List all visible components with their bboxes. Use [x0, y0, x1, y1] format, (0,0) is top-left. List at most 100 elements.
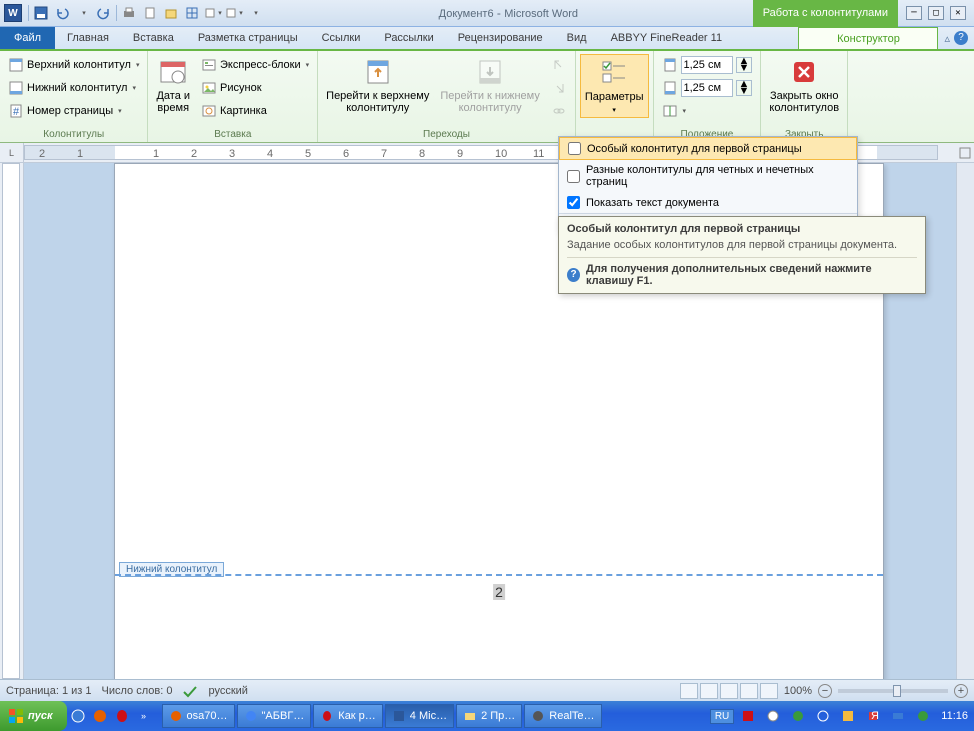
quicklaunch-firefox[interactable]: [90, 706, 110, 726]
header-from-top[interactable]: ▲▼: [658, 54, 757, 76]
parameters-button[interactable]: Параметры▾: [580, 54, 649, 118]
tab-page-layout[interactable]: Разметка страницы: [186, 27, 310, 49]
quicklaunch-more[interactable]: »: [134, 706, 154, 726]
help-icon[interactable]: ?: [954, 31, 968, 45]
qat-btn-dropdown[interactable]: [204, 4, 222, 22]
tray-icon[interactable]: [813, 706, 833, 726]
quicklaunch-opera[interactable]: [112, 706, 132, 726]
checkbox[interactable]: [568, 142, 581, 155]
taskbar-item[interactable]: "АБВГ…: [237, 704, 312, 728]
footer-from-bottom[interactable]: ▲▼: [658, 77, 757, 99]
option-odd-even-different[interactable]: Разные колонтитулы для четных и нечетных…: [559, 160, 857, 192]
minimize-button[interactable]: ─: [906, 6, 922, 20]
goto-header-button[interactable]: Перейти к верхнемуколонтитулу: [322, 54, 433, 116]
spin-down[interactable]: ▼: [737, 65, 752, 72]
tray-icon[interactable]: [913, 706, 933, 726]
tray-icon[interactable]: Я: [863, 706, 883, 726]
ribbon-group-headers: Верхний колонтитул Нижний колонтитул #Но…: [0, 51, 148, 142]
header-icon: [8, 57, 24, 73]
tray-icon[interactable]: [888, 706, 908, 726]
view-outline[interactable]: [740, 683, 758, 699]
undo-icon[interactable]: [53, 4, 71, 22]
collapse-ribbon-icon[interactable]: ▵: [944, 32, 950, 45]
doc-name: Документ6: [439, 8, 494, 20]
status-word-count[interactable]: Число слов: 0: [102, 685, 173, 697]
restore-button[interactable]: □: [928, 6, 944, 20]
datetime-button[interactable]: Дата ивремя: [152, 54, 194, 116]
checkbox[interactable]: [567, 196, 580, 209]
table-icon[interactable]: [183, 4, 201, 22]
undo-dropdown[interactable]: [74, 4, 92, 22]
taskbar-item[interactable]: osa70…: [162, 704, 235, 728]
view-web-layout[interactable]: [720, 683, 738, 699]
insert-align-tab-button[interactable]: [658, 100, 757, 122]
ribbon-group-label: Вставка: [152, 127, 313, 142]
tab-references[interactable]: Ссылки: [310, 27, 373, 49]
tab-view[interactable]: Вид: [555, 27, 599, 49]
start-button[interactable]: пуск: [0, 701, 67, 731]
bottom-header-button[interactable]: Нижний колонтитул: [4, 77, 143, 99]
view-full-screen[interactable]: [700, 683, 718, 699]
page-number-button[interactable]: #Номер страницы: [4, 100, 143, 122]
status-language[interactable]: русский: [208, 685, 247, 697]
tray-icon[interactable]: [738, 706, 758, 726]
tab-design[interactable]: Конструктор: [798, 27, 938, 49]
spin-down[interactable]: ▼: [737, 88, 752, 95]
qat-customize[interactable]: [246, 4, 264, 22]
zoom-out-button[interactable]: −: [818, 684, 832, 698]
vertical-ruler[interactable]: [0, 163, 24, 679]
page-number-field[interactable]: 2: [493, 584, 505, 600]
view-print-layout[interactable]: [680, 683, 698, 699]
zoom-slider[interactable]: [838, 689, 948, 693]
goto-header-icon: [362, 56, 394, 88]
clipart-button[interactable]: Картинка: [197, 100, 313, 122]
taskbar-item[interactable]: 2 Пр…: [456, 704, 522, 728]
option-first-page-different[interactable]: Особый колонтитул для первой страницы: [559, 137, 857, 160]
picture-button[interactable]: Рисунок: [197, 77, 313, 99]
view-draft[interactable]: [760, 683, 778, 699]
tray-icon[interactable]: [788, 706, 808, 726]
top-header-button[interactable]: Верхний колонтитул: [4, 54, 143, 76]
tab-file[interactable]: Файл: [0, 27, 55, 49]
ruler-mark: 9: [457, 148, 463, 160]
taskbar-clock[interactable]: 11:16: [941, 710, 968, 722]
checkbox[interactable]: [567, 170, 580, 183]
taskbar-item[interactable]: Как р…: [313, 704, 383, 728]
close-header-footer-button[interactable]: Закрыть окноколонтитулов: [765, 54, 843, 116]
taskbar-item[interactable]: RealTe…: [524, 704, 601, 728]
vertical-scrollbar[interactable]: [956, 163, 974, 679]
express-blocks-button[interactable]: Экспресс-блоки: [197, 54, 313, 76]
status-spellcheck[interactable]: [182, 684, 198, 698]
redo-icon[interactable]: [95, 4, 113, 22]
tab-review[interactable]: Рецензирование: [446, 27, 555, 49]
language-indicator[interactable]: RU: [710, 709, 734, 724]
ruler-mark: 6: [343, 148, 349, 160]
save-icon[interactable]: [32, 4, 50, 22]
new-doc-icon[interactable]: [141, 4, 159, 22]
zoom-percent[interactable]: 100%: [784, 685, 812, 697]
header-top-input[interactable]: [681, 56, 733, 74]
tray-icon[interactable]: [763, 706, 783, 726]
tray-icon[interactable]: [838, 706, 858, 726]
zoom-in-button[interactable]: +: [954, 684, 968, 698]
qat-btn-dropdown2[interactable]: [225, 4, 243, 22]
print-icon[interactable]: [120, 4, 138, 22]
zoom-thumb[interactable]: [893, 685, 901, 697]
close-button[interactable]: ✕: [950, 6, 966, 20]
ruler-corner[interactable]: L: [0, 143, 24, 162]
option-show-document-text[interactable]: Показать текст документа: [559, 192, 857, 213]
open-icon[interactable]: [162, 4, 180, 22]
ribbon-group-label: Переходы: [322, 127, 571, 142]
tab-home[interactable]: Главная: [55, 27, 121, 49]
taskbar-item-active[interactable]: 4 Mic…: [385, 704, 454, 728]
word-icon: W: [4, 4, 22, 22]
window-controls: ─ □ ✕: [898, 6, 974, 20]
ruler-toggle-icon[interactable]: [956, 143, 974, 162]
footer-bottom-input[interactable]: [681, 79, 733, 97]
tab-insert[interactable]: Вставка: [121, 27, 186, 49]
quicklaunch-ie[interactable]: [68, 706, 88, 726]
tab-abbyy[interactable]: ABBYY FineReader 11: [599, 27, 735, 49]
tab-mailings[interactable]: Рассылки: [372, 27, 445, 49]
status-page[interactable]: Страница: 1 из 1: [6, 685, 92, 697]
status-bar: Страница: 1 из 1 Число слов: 0 русский 1…: [0, 679, 974, 701]
